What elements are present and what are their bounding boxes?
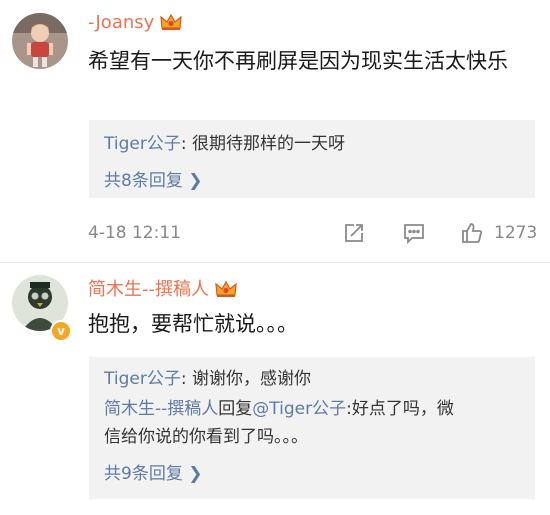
like-count: 1273 — [494, 223, 538, 243]
comment-username[interactable]: -Joansy — [88, 12, 183, 33]
reply-username[interactable]: Tiger公子 — [104, 369, 181, 389]
reply-mention[interactable]: @Tiger公子 — [252, 399, 346, 419]
share-icon[interactable] — [342, 221, 366, 245]
reply-line: 简木生--撰稿人回复@Tiger公子:好点了吗，微 — [104, 395, 524, 423]
reply-username[interactable]: Tiger公子 — [104, 134, 181, 154]
verified-icon: v — [50, 320, 72, 342]
comment-text: 希望有一天你不再刷屏是因为现实生活太快乐 — [88, 49, 508, 73]
username-text[interactable]: 简木生--撰稿人 — [88, 279, 209, 300]
comment-meta: 4-18 12:11 1273 — [88, 219, 538, 249]
crown-icon — [215, 280, 237, 298]
comment-item: v 简木生--撰稿人 抱抱，要帮忙就说。。。 Tiger公子: 谢谢你，感谢你 … — [0, 263, 550, 515]
comment-text: 抱抱，要帮忙就说。。。 — [88, 312, 298, 336]
reply-line: Tiger公子: 谢谢你，感谢你 — [104, 365, 524, 393]
comment-item: -Joansy 希望有一天你不再刷屏是因为现实生活太快乐 Tiger公子: 很期… — [0, 0, 550, 262]
reply-word: 回复 — [218, 399, 253, 419]
reply-line-continued: 信给你说的你看到了吗。。。 — [104, 427, 308, 447]
reply-text: : 很期待那样的一天呀 — [180, 134, 345, 154]
comment-icon[interactable] — [402, 221, 426, 245]
like-icon[interactable] — [460, 221, 484, 245]
username-text[interactable]: -Joansy — [88, 12, 154, 33]
avatar[interactable] — [12, 13, 68, 69]
reply-text: : 谢谢你，感谢你 — [180, 369, 311, 389]
reply-box[interactable]: Tiger公子: 很期待那样的一天呀 共8条回复 ❯ — [89, 120, 535, 198]
reply-text: :好点了吗，微 — [346, 399, 454, 419]
more-replies-link[interactable]: 共9条回复 ❯ — [104, 459, 202, 484]
comment-username[interactable]: 简木生--撰稿人 — [88, 275, 237, 301]
reply-username[interactable]: 简木生--撰稿人 — [104, 399, 218, 419]
crown-icon — [160, 13, 183, 31]
reply-box[interactable]: Tiger公子: 谢谢你，感谢你 简木生--撰稿人回复@Tiger公子:好点了吗… — [89, 357, 535, 499]
comment-time: 4-18 12:11 — [88, 223, 181, 243]
more-replies-link[interactable]: 共8条回复 ❯ — [104, 166, 202, 191]
reply-line: Tiger公子: 很期待那样的一天呀 — [104, 130, 524, 158]
